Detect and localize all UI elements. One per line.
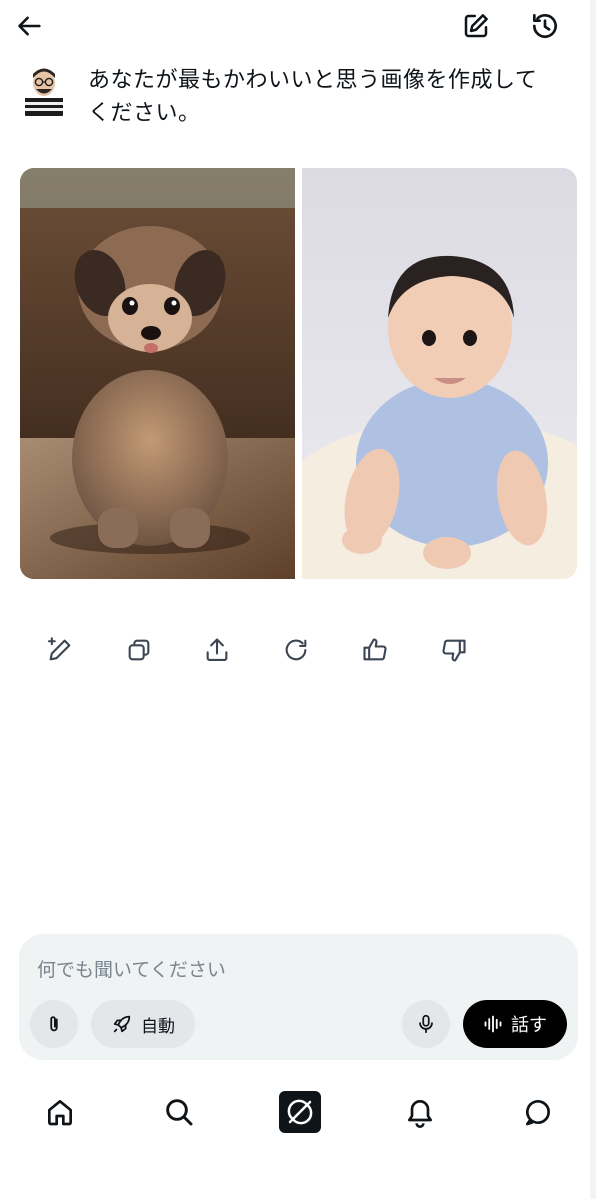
thumbs-up-icon xyxy=(363,638,387,661)
nav-home[interactable] xyxy=(36,1088,84,1136)
history-button[interactable] xyxy=(524,6,566,46)
attach-button[interactable] xyxy=(30,1000,78,1048)
new-chat-button[interactable] xyxy=(456,8,496,44)
compose-icon xyxy=(464,14,488,38)
home-icon xyxy=(48,1100,72,1126)
generated-image-puppy[interactable] xyxy=(20,168,295,579)
nav-messages[interactable] xyxy=(514,1088,562,1136)
chat-composer: 自動 話す xyxy=(19,934,578,1060)
edit-image-button[interactable] xyxy=(40,630,80,670)
response-actions xyxy=(40,630,480,670)
share-button[interactable] xyxy=(197,630,237,670)
bottom-nav xyxy=(0,1082,596,1142)
talk-label: 話す xyxy=(511,1015,547,1036)
share-icon xyxy=(206,638,228,661)
nav-notifications[interactable] xyxy=(396,1088,444,1136)
paperclip-icon xyxy=(50,1016,58,1032)
back-button[interactable] xyxy=(10,8,50,44)
generated-images xyxy=(20,168,577,579)
nav-grok[interactable] xyxy=(276,1088,324,1136)
chat-input[interactable] xyxy=(37,956,537,984)
copy-icon xyxy=(128,639,150,661)
generated-image-baby[interactable] xyxy=(302,168,577,579)
scrollbar-track xyxy=(590,0,596,1199)
user-prompt: あなたが最もかわいいと思う画像を作成してください。 xyxy=(88,68,538,126)
user-avatar[interactable] xyxy=(21,64,67,116)
voice-waveform-icon xyxy=(484,1015,502,1033)
nav-search[interactable] xyxy=(155,1088,203,1136)
thumbs-down-icon xyxy=(442,639,466,662)
edit-image-icon xyxy=(47,637,71,661)
rocket-icon xyxy=(113,1015,131,1033)
copy-button[interactable] xyxy=(119,630,159,670)
mode-selector-button[interactable]: 自動 xyxy=(91,1000,195,1048)
grok-icon xyxy=(279,1091,321,1133)
back-arrow-icon xyxy=(18,16,41,36)
like-button[interactable] xyxy=(355,630,395,670)
search-icon xyxy=(166,1099,193,1126)
mode-label: 自動 xyxy=(141,1016,175,1037)
talk-button[interactable]: 話す xyxy=(463,1000,567,1048)
regenerate-button[interactable] xyxy=(276,630,316,670)
voice-input-button[interactable] xyxy=(402,1000,450,1048)
history-icon xyxy=(533,13,557,38)
dislike-button[interactable] xyxy=(434,630,474,670)
notifications-icon xyxy=(408,1100,432,1128)
regenerate-icon xyxy=(285,639,307,661)
messages-icon xyxy=(526,1100,550,1126)
microphone-icon xyxy=(419,1014,433,1034)
